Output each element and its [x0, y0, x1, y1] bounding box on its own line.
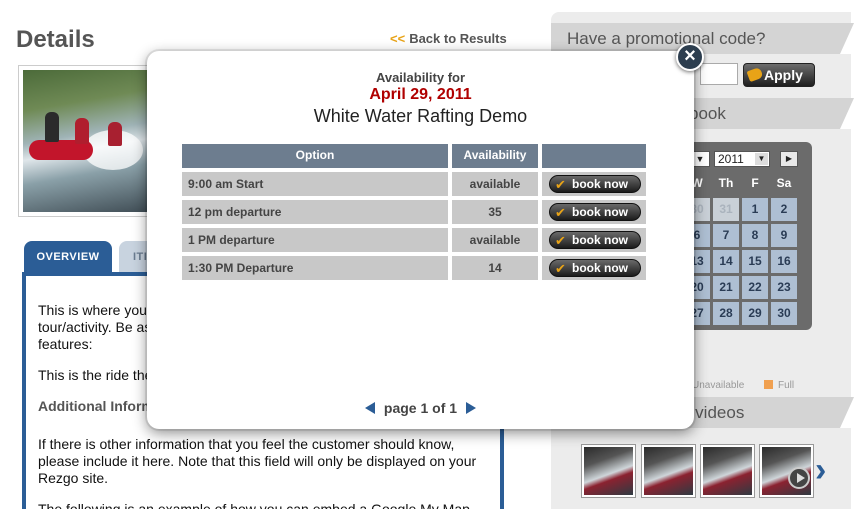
weekday-label: F — [751, 176, 759, 190]
tour-name: White Water Rafting Demo — [313, 106, 528, 126]
option-cell: 1:30 PM Departure — [182, 256, 448, 280]
option-cell: 12 pm departure — [182, 200, 448, 224]
calendar-day[interactable]: 7 — [713, 224, 739, 247]
column-header-availability: Availability — [452, 144, 538, 168]
calendar-day[interactable]: 1 — [742, 198, 768, 221]
apply-label: Apply — [764, 67, 803, 83]
promo-code-input[interactable] — [700, 63, 738, 85]
book-now-label: book now — [572, 261, 628, 275]
next-month-button[interactable]: ▶ — [780, 151, 798, 167]
book-now-button[interactable]: ✔ book now — [549, 175, 641, 193]
legend-full: Full — [764, 380, 794, 391]
pagination: page 1 of 1 — [147, 400, 694, 416]
availability-cell: available — [452, 228, 538, 252]
calendar-day[interactable]: 9 — [771, 224, 797, 247]
chevron-down-icon: ▼ — [695, 154, 705, 164]
calendar-day[interactable]: 23 — [771, 276, 797, 299]
availability-cell: available — [452, 172, 538, 196]
column-header-option: Option — [182, 144, 448, 168]
next-page-icon[interactable] — [466, 402, 477, 414]
calendar-day[interactable]: 2 — [771, 198, 797, 221]
year-value: 2011 — [718, 152, 744, 166]
close-icon: × — [684, 45, 696, 67]
back-to-results-link[interactable]: << Back to Results — [390, 31, 507, 46]
availability-cell: 35 — [452, 200, 538, 224]
year-select[interactable]: 2011 ▼ — [714, 151, 770, 167]
availability-for-label: Availability for — [375, 70, 466, 85]
chevron-right-icon: ▶ — [785, 154, 793, 163]
checkmark-icon: ✔ — [555, 177, 566, 192]
option-cell: 9:00 am Start — [182, 172, 448, 196]
availability-cell: 14 — [452, 256, 538, 280]
calendar-day[interactable]: 28 — [713, 302, 739, 325]
promo-heading: Have a promotional code? — [551, 23, 854, 54]
tour-photo[interactable] — [18, 65, 158, 217]
book-now-button[interactable]: ✔ book now — [549, 231, 641, 249]
video-thumbnail[interactable] — [700, 444, 755, 498]
option-cell: 1 PM departure — [182, 228, 448, 252]
calendar-day: 31 — [713, 198, 739, 221]
close-button[interactable]: × — [676, 43, 704, 71]
play-icon — [788, 467, 810, 489]
book-now-label: book now — [572, 233, 628, 247]
overview-text: Rezgo site. — [38, 470, 109, 486]
calendar-day[interactable]: 21 — [713, 276, 739, 299]
checkmark-icon: ✔ — [555, 233, 566, 248]
weekday-label: Sa — [776, 176, 792, 190]
overview-text: please include it here. Note that this f… — [38, 453, 477, 469]
calendar-day[interactable]: 16 — [771, 250, 797, 273]
calendar-day[interactable]: 15 — [742, 250, 768, 273]
column-header-action — [542, 144, 646, 168]
calendar-day[interactable]: 22 — [742, 276, 768, 299]
tag-icon — [746, 66, 764, 83]
calendar-day[interactable]: 29 — [742, 302, 768, 325]
video-thumbnail[interactable] — [581, 444, 636, 498]
thumbnails-next-button[interactable]: › — [815, 450, 826, 490]
legend-full-label: Full — [778, 380, 795, 391]
book-now-button[interactable]: ✔ book now — [549, 259, 641, 277]
pager-text: page 1 of 1 — [383, 400, 458, 416]
full-swatch-icon — [764, 380, 773, 389]
calendar-day[interactable]: 14 — [713, 250, 739, 273]
overview-text: The following is an example of how you c… — [38, 501, 470, 509]
back-arrows-icon: << — [390, 31, 406, 46]
book-now-button[interactable]: ✔ book now — [549, 203, 641, 221]
calendar-day[interactable]: 30 — [771, 302, 797, 325]
rafting-image — [23, 70, 153, 212]
page-title: Details — [16, 26, 95, 53]
video-thumbnail[interactable] — [759, 444, 814, 498]
book-now-label: book now — [572, 205, 628, 219]
video-thumbnail[interactable] — [641, 444, 696, 498]
book-now-label: book now — [572, 177, 628, 191]
tab-overview[interactable]: OVERVIEW — [24, 241, 112, 273]
apply-button[interactable]: Apply — [743, 63, 815, 87]
checkmark-icon: ✔ — [555, 261, 566, 276]
chevron-down-icon: ▼ — [755, 153, 768, 165]
calendar-day[interactable]: 8 — [742, 224, 768, 247]
availability-date: April 29, 2011 — [369, 86, 472, 103]
checkmark-icon: ✔ — [555, 205, 566, 220]
prev-page-icon[interactable] — [364, 402, 375, 414]
back-link-label: Back to Results — [409, 31, 507, 46]
weekday-label: Th — [718, 176, 734, 190]
overview-text: If there is other information that you f… — [38, 436, 455, 452]
legend-unavailable: Unavailable — [692, 380, 745, 391]
